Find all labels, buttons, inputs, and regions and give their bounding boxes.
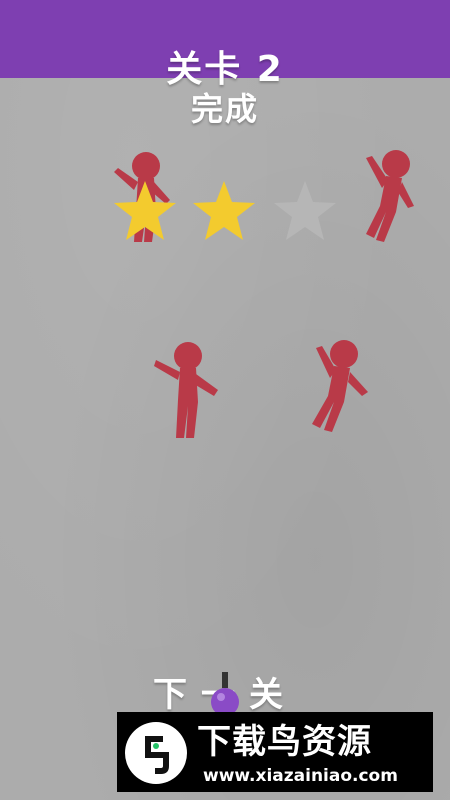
red-figure-2 [366, 150, 414, 242]
watermark-banner: 下载鸟资源 www.xiazainiao.com [117, 712, 433, 792]
star-3-shape [274, 181, 336, 240]
star-2-icon [193, 181, 255, 240]
red-figure-3 [154, 342, 218, 438]
star-1-shape [114, 181, 176, 240]
watermark-title: 下载鸟资源 [197, 722, 372, 762]
star-3-icon [274, 181, 336, 240]
red-figure-4 [312, 340, 368, 432]
star-2-shape [193, 181, 255, 240]
star-1-icon [114, 181, 176, 240]
watermark-url: www.xiazainiao.com [203, 766, 398, 786]
level-complete-text: 完成 [190, 90, 259, 128]
bird-logo-icon [125, 722, 187, 784]
